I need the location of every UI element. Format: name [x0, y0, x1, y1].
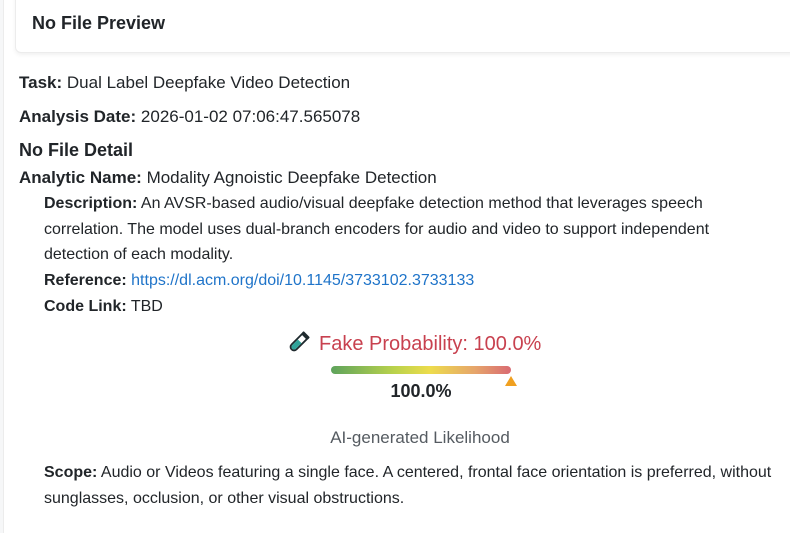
task-value: Dual Label Deepfake Video Detection [66, 73, 351, 92]
task-label: Task: [19, 73, 63, 92]
reference-label: Reference: [44, 272, 127, 289]
description-label: Description: [44, 195, 138, 212]
code-link-label: Code Link: [44, 298, 127, 315]
fake-probability-row: Fake Probability: 100.0% [285, 330, 541, 358]
description-block: Description: An AVSR-based audio/visual … [44, 191, 774, 268]
analysis-date-label: Analysis Date: [19, 107, 137, 126]
analytic-name-label: Analytic Name: [19, 168, 142, 187]
scope-label: Scope: [44, 464, 98, 481]
analysis-date-line: Analysis Date: 2026-01-02 07:06:47.56507… [19, 106, 360, 128]
code-link-value: TBD [130, 298, 163, 315]
description-value: An AVSR-based audio/visual deepfake dete… [44, 195, 710, 263]
gauge-value: 100.0% [390, 381, 452, 401]
file-detail-heading: No File Detail [19, 140, 134, 160]
fake-probability-text: Fake Probability: 100.0% [319, 332, 542, 355]
reference-line: Reference: https://dl.acm.org/doi/10.114… [44, 270, 474, 292]
file-preview-card: No File Preview [15, 0, 790, 53]
task-line: Task: Dual Label Deepfake Video Detectio… [19, 72, 350, 94]
code-link-line: Code Link: TBD [44, 296, 163, 318]
scope-value: Audio or Videos featuring a single face.… [44, 464, 772, 507]
likelihood-gauge-bar [331, 366, 511, 374]
test-tube-icon [285, 328, 313, 361]
scope-block: Scope: Audio or Videos featuring a singl… [44, 460, 774, 511]
file-preview-title: No File Preview [32, 13, 166, 33]
analytic-name-line: Analytic Name: Modality Agnoistic Deepfa… [19, 167, 437, 189]
likelihood-label: AI-generated Likelihood [330, 428, 510, 447]
reference-link[interactable]: https://dl.acm.org/doi/10.1145/3733102.3… [131, 272, 474, 289]
analytic-name-value: Modality Agnoistic Deepfake Detection [146, 168, 437, 187]
analysis-date-value: 2026-01-02 07:06:47.565078 [140, 107, 361, 126]
